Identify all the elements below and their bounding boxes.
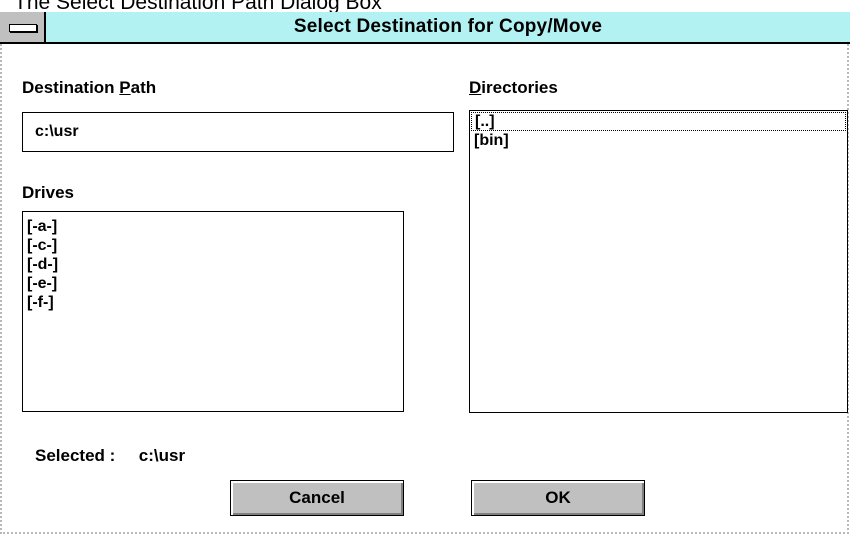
drive-item[interactable]: [-d-]: [23, 255, 403, 274]
system-menu-icon[interactable]: [0, 12, 46, 42]
cancel-button[interactable]: Cancel: [230, 480, 404, 516]
drive-item[interactable]: [-e-]: [23, 274, 403, 293]
selected-path-row: Selected : c:\usr: [35, 446, 185, 466]
title-bar: Select Destination for Copy/Move: [0, 12, 850, 44]
window-title: Select Destination for Copy/Move: [293, 16, 603, 37]
drives-label: Drives: [22, 183, 74, 202]
directory-item[interactable]: [bin]: [470, 131, 847, 150]
drive-item[interactable]: [-c-]: [23, 236, 403, 255]
drive-item[interactable]: [-f-]: [23, 293, 403, 312]
selected-label: Selected :: [35, 446, 116, 465]
drives-listbox[interactable]: [-a-] [-c-] [-d-] [-e-] [-f-]: [22, 211, 404, 412]
directories-label: Directories: [469, 78, 558, 97]
selected-value: c:\usr: [138, 446, 186, 465]
destination-path-label: Destination Path: [22, 78, 157, 97]
ok-button[interactable]: OK: [471, 480, 645, 516]
drive-item[interactable]: [-a-]: [23, 217, 403, 236]
directories-listbox[interactable]: [..] [bin]: [469, 110, 848, 413]
directory-item[interactable]: [..]: [471, 112, 846, 131]
destination-path-input[interactable]: c:\usr: [22, 112, 454, 152]
